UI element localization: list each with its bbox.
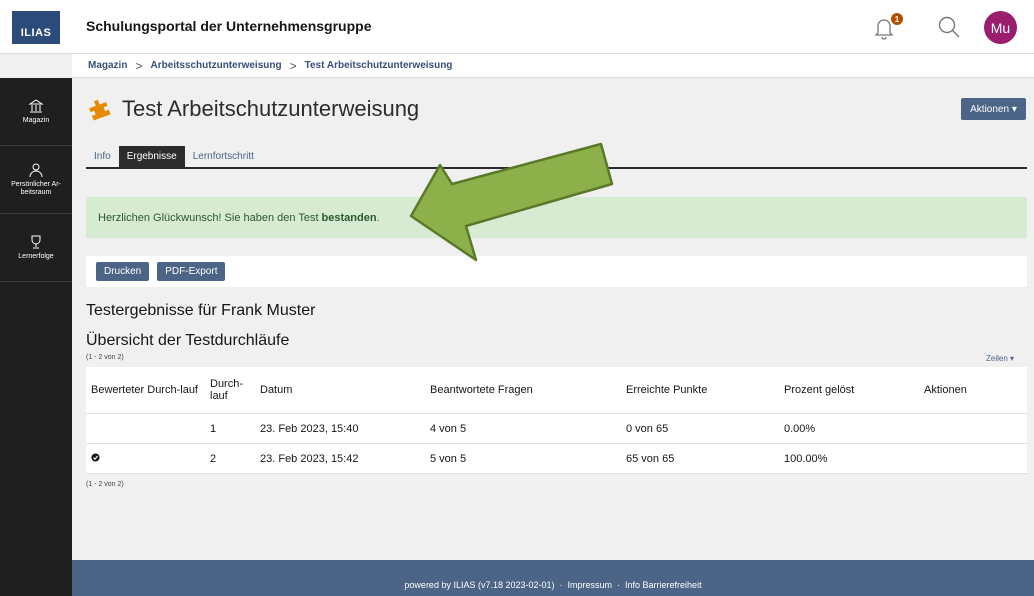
top-header: ILIAS Schulungsportal der Unternehmensgr… (0, 0, 1034, 54)
success-text: Herzlichen Glückwunsch! Sie haben den Te… (98, 211, 319, 224)
column-header: Aktionen (924, 384, 967, 396)
breadcrumb-test[interactable]: Test Arbeitschutzunterweisung (305, 60, 453, 71)
powered-by-text: powered by ILIAS (v7.18 2023-02-01) (404, 580, 555, 590)
column-header: Prozent gelöst (784, 384, 855, 396)
cell-date: 23. Feb 2023, 15:42 (260, 452, 359, 465)
ilias-logo[interactable]: ILIAS (12, 11, 60, 44)
rows-per-page-dropdown[interactable]: Zeilen ▾ (986, 354, 1014, 363)
main-bar: Magazin Persönlicher Ar-beitsraum Lerner… (0, 78, 72, 596)
chevron-right-icon: > (289, 58, 297, 73)
breadcrumb-category[interactable]: Arbeitsschutzunterweisung (150, 60, 281, 71)
test-runs-table: Bewerteter Durch-lauf Durch-lauf Datum B… (86, 367, 1027, 474)
test-icon (89, 99, 111, 121)
success-end: . (376, 211, 380, 224)
toolbar: Drucken PDF-Export (86, 256, 1027, 287)
checkmark-icon (91, 452, 100, 462)
results-heading: Testergebnisse für Frank Muster (86, 302, 316, 319)
column-header: Beantwortete Fragen (430, 384, 533, 396)
column-header: Erreichte Punkte (626, 384, 708, 396)
pagination-count: (1 - 2 von 2) (86, 354, 124, 361)
search-icon[interactable] (936, 14, 962, 40)
mainbar-item-workspace[interactable]: Persönlicher Ar-beitsraum (0, 146, 72, 214)
page-header: Test Arbeitschutzunterweisung (86, 96, 419, 122)
tab-bar: Info Ergebnisse Lernfortschritt (86, 146, 1027, 169)
accessibility-link[interactable]: Info Barrierefreiheit (625, 580, 702, 590)
pagination-count: (1 - 2 von 2) (86, 481, 124, 488)
mainbar-label: Lernerfolge (18, 253, 54, 260)
person-icon (29, 163, 43, 178)
table-row: 2 23. Feb 2023, 15:42 5 von 5 65 von 65 … (86, 444, 1027, 474)
tab-learning-progress[interactable]: Lernfortschritt (185, 146, 262, 167)
table-header-row: Bewerteter Durch-lauf Durch-lauf Datum B… (86, 367, 1027, 414)
column-header: Bewerteter Durch-lauf (91, 384, 198, 396)
tab-info[interactable]: Info (86, 146, 119, 167)
cell-run: 2 (210, 452, 217, 465)
column-header: Datum (260, 384, 293, 396)
actions-dropdown-button[interactable]: Aktionen ▾ (961, 98, 1026, 120)
separator: · (617, 580, 621, 590)
user-avatar[interactable]: Mu (984, 11, 1017, 44)
cell-answered: 4 von 5 (430, 422, 467, 435)
chevron-right-icon: > (135, 58, 143, 73)
print-button[interactable]: Drucken (96, 262, 150, 281)
cell-points: 65 von 65 (626, 452, 675, 465)
tab-results[interactable]: Ergebnisse (118, 146, 185, 167)
footer: powered by ILIAS (v7.18 2023-02-01) · Im… (72, 560, 1034, 596)
separator: · (559, 580, 563, 590)
cell-answered: 5 von 5 (430, 452, 467, 465)
breadcrumb: Magazin > Arbeitsschutzunterweisung > Te… (72, 54, 1034, 78)
main-content: Test Arbeitschutzunterweisung Aktionen ▾… (72, 78, 1034, 560)
cell-rated (86, 452, 210, 465)
success-bold-text: bestanden (321, 211, 377, 224)
mainbar-item-magazin[interactable]: Magazin (0, 78, 72, 146)
pdf-export-button[interactable]: PDF-Export (157, 262, 226, 281)
cell-date: 23. Feb 2023, 15:40 (260, 422, 359, 435)
column-header: Durch-lauf (210, 378, 244, 402)
overview-heading: Übersicht der Testdurchläufe (86, 332, 290, 349)
cell-percent: 0.00% (784, 422, 816, 435)
breadcrumb-magazin[interactable]: Magazin (88, 60, 127, 71)
repository-icon (28, 99, 44, 113)
trophy-icon (31, 235, 41, 249)
cell-percent: 100.00% (784, 452, 828, 465)
portal-title: Schulungsportal der Unternehmensgruppe (86, 18, 372, 34)
impressum-link[interactable]: Impressum (568, 580, 613, 590)
success-message: Herzlichen Glückwunsch! Sie haben den Te… (86, 197, 1027, 238)
notification-badge: 1 (891, 13, 903, 25)
page-title: Test Arbeitschutzunterweisung (122, 96, 420, 121)
mainbar-label: Magazin (22, 117, 50, 124)
mainbar-item-achievements[interactable]: Lernerfolge (0, 214, 72, 282)
cell-points: 0 von 65 (626, 422, 669, 435)
table-row: 1 23. Feb 2023, 15:40 4 von 5 0 von 65 0… (86, 414, 1027, 444)
cell-run: 1 (210, 422, 217, 435)
mainbar-label: Persönlicher Ar-beitsraum (11, 181, 61, 196)
